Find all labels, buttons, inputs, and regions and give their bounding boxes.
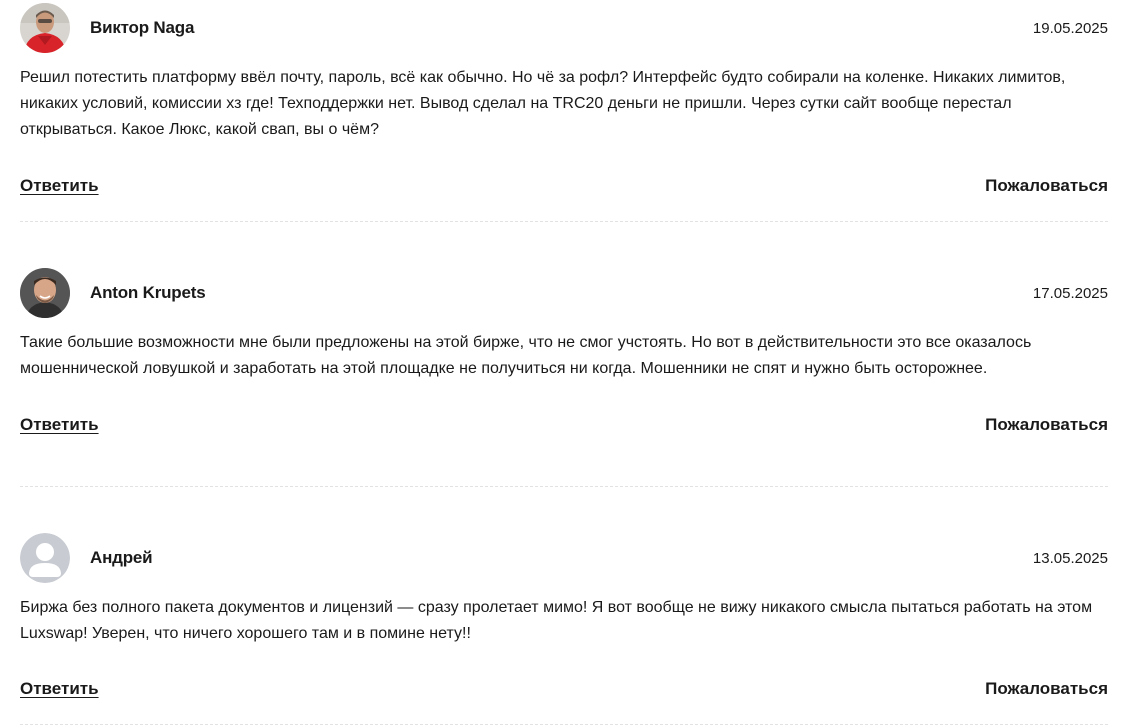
comment-item: Anton Krupets 17.05.2025 Такие большие в… <box>20 265 1108 487</box>
report-link[interactable]: Пожаловаться <box>985 679 1108 699</box>
comment-text: Биржа без полного пакета документов и ли… <box>20 599 1093 642</box>
comment-header: Андрей 13.05.2025 <box>20 530 1108 586</box>
user-avatar <box>20 3 70 53</box>
report-link[interactable]: Пожаловаться <box>985 415 1108 435</box>
report-link[interactable]: Пожаловаться <box>985 176 1108 196</box>
reply-link[interactable]: Ответить <box>20 679 99 699</box>
comment-date: 17.05.2025 <box>1032 284 1108 302</box>
comment-item: Виктор Naga 19.05.2025 Решил потестить п… <box>20 0 1108 222</box>
comment-header: Виктор Naga 19.05.2025 <box>20 0 1108 56</box>
comments-list: Виктор Naga 19.05.2025 Решил потестить п… <box>20 0 1108 725</box>
comment-text: Решил потестить платформу ввёл почту, па… <box>20 69 1066 138</box>
comment-text: Такие большие возможности мне были предл… <box>20 334 1032 377</box>
reply-link[interactable]: Ответить <box>20 176 99 196</box>
comment-date: 13.05.2025 <box>1032 549 1108 567</box>
comment-author: Виктор Naga <box>90 18 195 37</box>
comment-author: Anton Krupets <box>90 283 206 302</box>
reply-link[interactable]: Ответить <box>20 415 99 435</box>
user-avatar <box>20 268 70 318</box>
default-user-avatar-icon <box>20 533 70 583</box>
comment-date: 19.05.2025 <box>1032 19 1108 37</box>
comment-item: Андрей 13.05.2025 Биржа без полного паке… <box>20 530 1108 725</box>
comment-header: Anton Krupets 17.05.2025 <box>20 265 1108 321</box>
comment-actions: Ответить Пожаловаться <box>20 679 1108 699</box>
comment-author: Андрей <box>90 548 153 567</box>
comment-actions: Ответить Пожаловаться <box>20 176 1108 196</box>
comment-actions: Ответить Пожаловаться <box>20 415 1108 435</box>
